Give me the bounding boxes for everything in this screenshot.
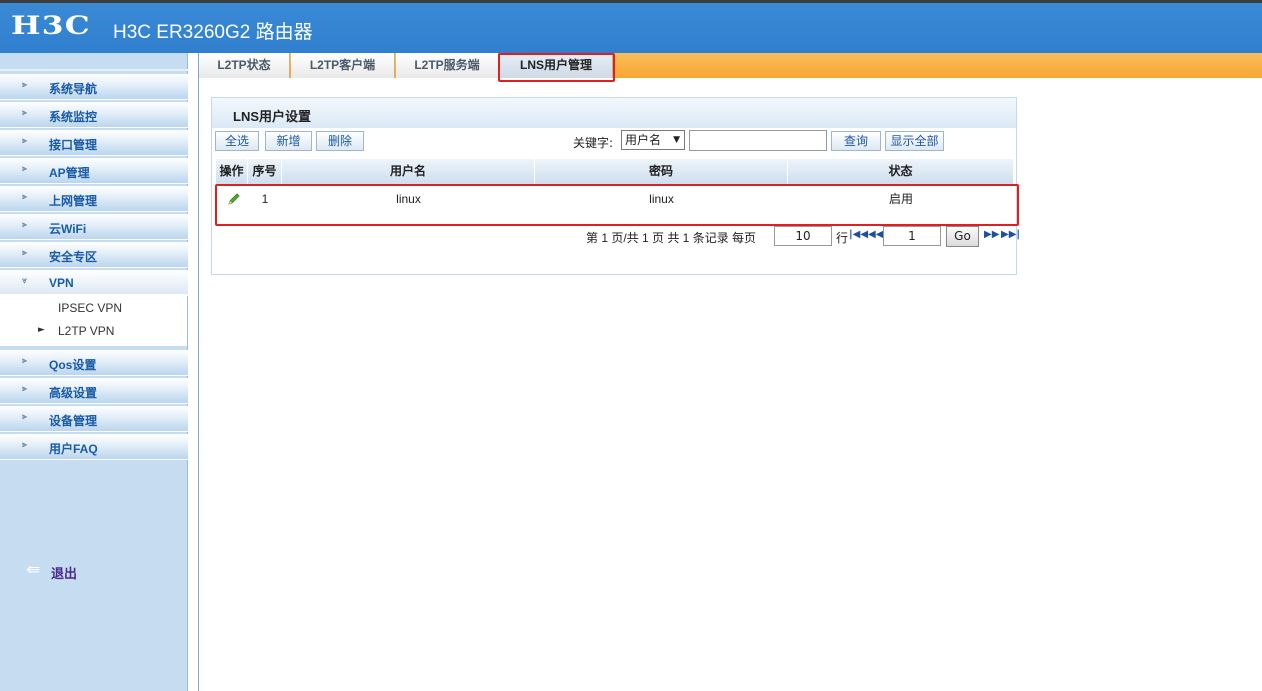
column-header-username: 用户名 [282, 159, 535, 184]
cell-index: 1 [261, 192, 269, 206]
sidebar-item-system-nav[interactable]: ⫸ 系统导航 [0, 74, 188, 100]
chevron-double-right-icon: ⫸ [22, 440, 28, 450]
query-button[interactable]: 查询 [831, 131, 881, 151]
keyword-input[interactable] [689, 130, 827, 151]
tab-lns-user-management[interactable]: LNS用户管理 [500, 53, 613, 78]
sidebar-item-interface[interactable]: ⫸ 接口管理 [0, 130, 188, 156]
tab-l2tp-client[interactable]: L2TP客户端 [291, 53, 395, 78]
add-button[interactable]: 新增 [265, 131, 312, 151]
chevron-double-right-icon: ⫸ [22, 248, 28, 258]
sidebar: ⫸ 系统导航 ⫸ 系统监控 ⫸ 接口管理 ⫸ AP管理 ⫸ 上网管理 ⫸ 云Wi… [0, 53, 188, 691]
sidebar-item-label: 接口管理 [49, 138, 98, 152]
submenu-item-l2tp-vpn[interactable]: L2TP VPN [58, 324, 114, 338]
sidebar-item-qos[interactable]: ⫸ Qos设置 [0, 350, 188, 376]
sidebar-item-system-monitor[interactable]: ⫸ 系统监控 [0, 102, 188, 128]
cell-username: linux [396, 192, 421, 206]
page-number-input[interactable]: 1 [883, 226, 941, 246]
sidebar-item-label: Qos设置 [49, 358, 97, 372]
select-all-button[interactable]: 全选 [215, 131, 259, 151]
header-bar: H3C H3C ER3260G2 路由器 [0, 0, 1262, 53]
chevron-double-right-icon: ⫸ [22, 80, 28, 90]
chevron-double-right-icon: ⫸ [22, 412, 28, 422]
rows-label: 行 [836, 231, 849, 245]
previous-page-icon[interactable]: ◀◀ [868, 229, 883, 240]
column-header-password: 密码 [535, 159, 788, 184]
last-page-icon[interactable]: ▶▶| [1001, 229, 1020, 240]
panel-header: LNS用户设置 [212, 98, 1016, 128]
keyword-label: 关键字: [573, 136, 614, 150]
sidebar-item-label: 上网管理 [49, 194, 98, 208]
tab-l2tp-server[interactable]: L2TP服务端 [396, 53, 499, 78]
dropdown-arrow-icon: ▼ [673, 135, 680, 145]
chevron-double-right-icon: ⫸ [22, 136, 28, 146]
chevron-double-right-icon: ⫸ [22, 192, 28, 202]
chevron-double-right-icon: ⫸ [22, 384, 28, 394]
sidebar-item-label: 云WiFi [49, 222, 87, 236]
vpn-submenu: IPSEC VPN ► L2TP VPN [0, 294, 187, 346]
chevron-double-right-icon: ⫸ [22, 356, 28, 366]
sidebar-item-device[interactable]: ⫸ 设备管理 [0, 406, 188, 432]
chevron-double-down-icon: ⩔ [22, 276, 28, 286]
chevron-double-right-icon: ⫸ [22, 220, 28, 230]
tab-l2tp-status[interactable]: L2TP状态 [199, 53, 290, 78]
cell-status: 启用 [888, 192, 913, 206]
keyword-field-select[interactable]: 用户名 ▼ [621, 130, 685, 150]
sidebar-item-label: 安全专区 [49, 250, 98, 264]
panel-title: LNS用户设置 [233, 109, 312, 124]
app-title: H3C ER3260G2 路由器 [113, 22, 313, 43]
column-header-status: 状态 [788, 159, 1014, 184]
first-page-icon[interactable]: |◀◀ [849, 229, 868, 240]
sidebar-item-label: 用户FAQ [49, 442, 98, 456]
sidebar-item-label: 设备管理 [49, 414, 98, 428]
logout-icon: ⇚ [26, 560, 41, 580]
h3c-logo: H3C [11, 11, 91, 40]
lns-user-settings-panel: LNS用户设置 全选 新增 删除 关键字: 用户名 ▼ 查询 显示全部 操作 序… [211, 97, 1020, 275]
pager-summary: 第 1 页/共 1 页 共 1 条记录 每页 [586, 231, 757, 245]
next-page-icon[interactable]: ▶▶ [984, 229, 999, 240]
sidebar-item-security[interactable]: ⫸ 安全专区 [0, 242, 188, 268]
keyword-select-value: 用户名 [625, 133, 662, 147]
sidebar-top-strip [0, 69, 188, 71]
sidebar-item-label: 高级设置 [49, 386, 98, 400]
sidebar-item-label: VPN [49, 276, 74, 290]
sidebar-item-internet[interactable]: ⫸ 上网管理 [0, 186, 188, 212]
sidebar-item-label: 系统导航 [49, 82, 98, 96]
sidebar-item-cloud-wifi[interactable]: ⫸ 云WiFi [0, 214, 188, 240]
content-divider [198, 53, 199, 691]
logout-label: 退出 [51, 567, 78, 582]
submenu-item-ipsec-vpn[interactable]: IPSEC VPN [58, 301, 122, 315]
sidebar-item-faq[interactable]: ⫸ 用户FAQ [0, 434, 188, 460]
per-page-input[interactable]: 10 [774, 226, 832, 246]
column-header-index: 序号 [248, 159, 282, 184]
sidebar-item-label: 系统监控 [49, 110, 98, 124]
delete-button[interactable]: 删除 [316, 131, 364, 151]
go-button[interactable]: Go [946, 226, 979, 247]
triangle-right-icon: ► [38, 325, 45, 335]
cell-password: linux [649, 192, 674, 206]
chevron-double-right-icon: ⫸ [22, 108, 28, 118]
sidebar-item-vpn[interactable]: ⩔ VPN [0, 270, 188, 296]
tab-bar: L2TP状态 L2TP客户端 L2TP服务端 LNS用户管理 [199, 53, 1262, 78]
sidebar-item-ap[interactable]: ⫸ AP管理 [0, 158, 188, 184]
show-all-button[interactable]: 显示全部 [885, 131, 944, 151]
edit-pencil-icon[interactable] [226, 191, 242, 207]
sidebar-item-advanced[interactable]: ⫸ 高级设置 [0, 378, 188, 404]
column-header-action: 操作 [216, 159, 248, 184]
chevron-double-right-icon: ⫸ [22, 164, 28, 174]
sidebar-item-label: AP管理 [49, 166, 90, 180]
